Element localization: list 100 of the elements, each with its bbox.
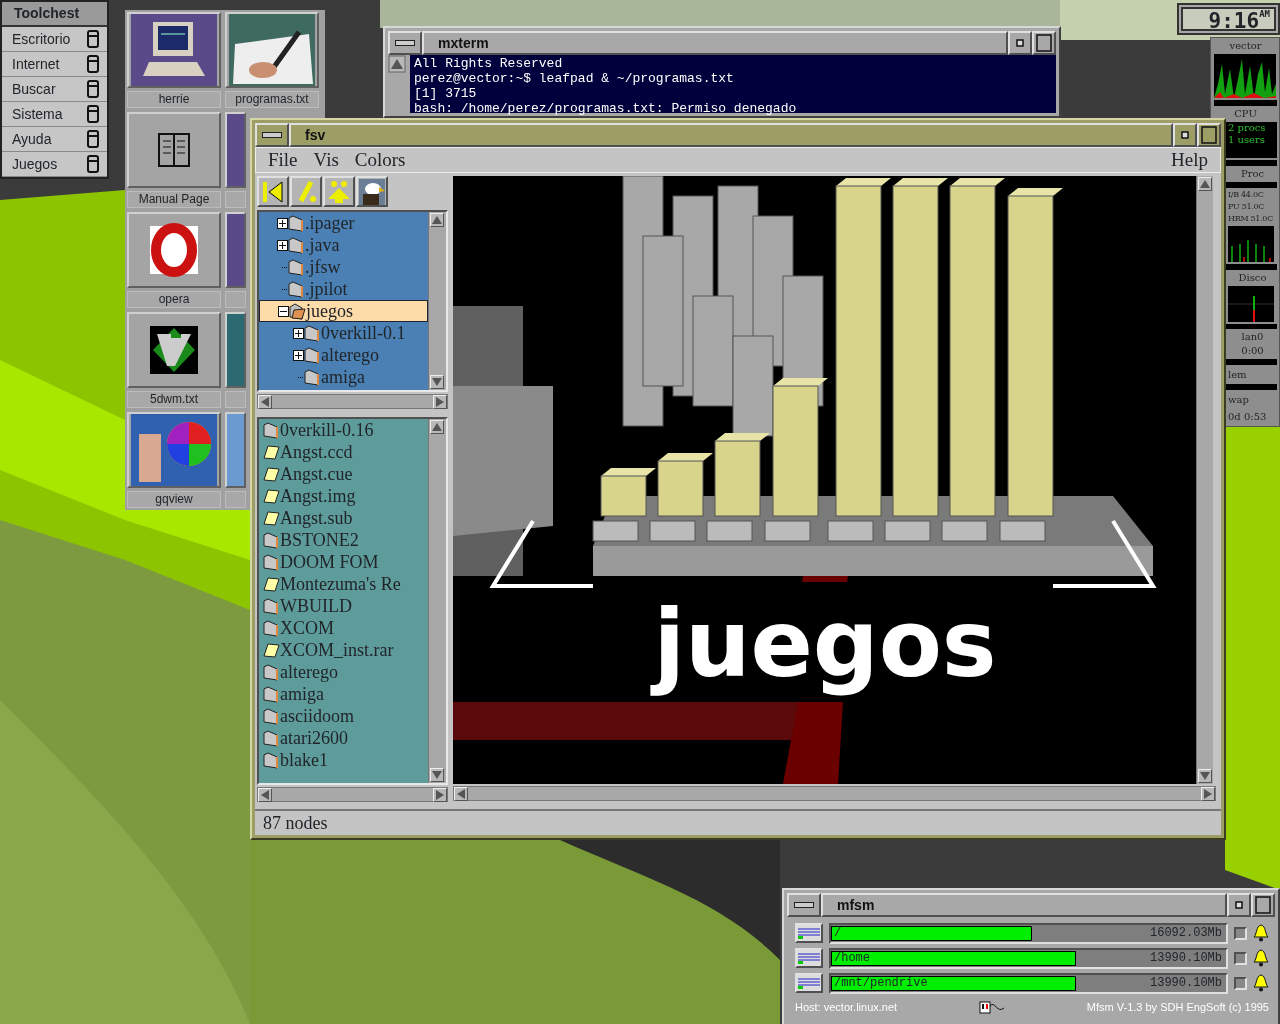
scroll-down-icon[interactable]: [432, 771, 442, 779]
scroll-left-icon[interactable]: [457, 789, 465, 799]
tree-item[interactable]: .jpilot: [259, 278, 428, 300]
icon-label[interactable]: Manual Page: [127, 191, 221, 208]
scroll-right-icon[interactable]: [1204, 789, 1212, 799]
icon-label[interactable]: 5dwm.txt: [127, 391, 221, 408]
icon-label[interactable]: gqview: [127, 491, 221, 508]
menu-item[interactable]: Sistema: [2, 102, 107, 127]
scroll-up-icon[interactable]: [432, 423, 442, 431]
clock-period: AM: [1259, 9, 1270, 19]
tree-item[interactable]: .jfsw: [259, 256, 428, 278]
maximize-button[interactable]: [1197, 123, 1221, 147]
minimize-button[interactable]: [1173, 123, 1197, 147]
menu-item[interactable]: Colors: [346, 145, 414, 175]
scrollbar[interactable]: [453, 786, 1216, 801]
expand-icon[interactable]: [293, 349, 304, 361]
directory-entry[interactable]: Angst.ccd: [259, 441, 428, 463]
folder-icon: [263, 729, 280, 747]
scroll-left-icon[interactable]: [261, 397, 269, 407]
directory-entry[interactable]: Montezuma's Re: [259, 573, 428, 595]
tree-item[interactable]: .ipager: [259, 212, 428, 234]
expand-icon[interactable]: [293, 327, 304, 339]
terminal-line: [1] 3715: [414, 86, 478, 101]
color-wheel-picture[interactable]: [131, 414, 217, 486]
directory-entry[interactable]: XCOM: [259, 617, 428, 639]
icon-label[interactable]: opera: [127, 291, 221, 308]
scroll-up-icon[interactable]: [388, 55, 406, 73]
directory-entry[interactable]: WBUILD: [259, 595, 428, 617]
back-button[interactable]: [257, 176, 289, 207]
directory-entry[interactable]: atari2600: [259, 727, 428, 749]
folder-icon: [304, 324, 321, 342]
directory-entry[interactable]: XCOM_inst.rar: [259, 639, 428, 661]
bell-icon[interactable]: [1253, 924, 1269, 942]
disk-info-button[interactable]: [795, 973, 823, 993]
minimize-button[interactable]: [1227, 893, 1251, 917]
icon-label[interactable]: herrie: [127, 91, 221, 108]
disk-info-button[interactable]: [795, 948, 823, 968]
bell-icon[interactable]: [1253, 949, 1269, 967]
directory-entry[interactable]: alterego: [259, 661, 428, 683]
scrollbar[interactable]: [257, 787, 448, 802]
tree-item[interactable]: .java: [259, 234, 428, 256]
scroll-left-icon[interactable]: [261, 790, 269, 800]
directory-entry[interactable]: asciidoom: [259, 705, 428, 727]
scrollbar[interactable]: [428, 419, 446, 783]
tree-item[interactable]: amiga: [259, 366, 428, 388]
scroll-up-icon[interactable]: [1200, 180, 1210, 188]
scroll-up-icon[interactable]: [432, 216, 442, 224]
up-arrow-icon: [326, 178, 352, 205]
host-label: vector: [1228, 40, 1263, 52]
menu-item[interactable]: File: [260, 145, 306, 175]
scroll-right-icon[interactable]: [436, 397, 444, 407]
directory-entry[interactable]: BSTONE2: [259, 529, 428, 551]
menu-item[interactable]: Vis: [305, 145, 347, 175]
bell-icon[interactable]: [1253, 974, 1269, 992]
document-icon: [263, 465, 280, 483]
maximize-button[interactable]: [1032, 31, 1056, 55]
tree-item[interactable]: 0verkill-0.1: [259, 322, 428, 344]
directory-entry[interactable]: Angst.img: [259, 485, 428, 507]
window-menu-button[interactable]: [255, 123, 289, 147]
tree-item[interactable]: alterego: [259, 344, 428, 366]
cpu-label: CPU: [1233, 107, 1258, 120]
scrollbar[interactable]: [428, 212, 446, 390]
alarm-checkbox[interactable]: [1234, 926, 1247, 940]
scrollbar[interactable]: [1196, 176, 1213, 784]
menu-item[interactable]: Escritorio: [2, 27, 107, 52]
alarm-checkbox[interactable]: [1234, 951, 1247, 965]
directory-entry[interactable]: Angst.sub: [259, 507, 428, 529]
directory-entry[interactable]: amiga: [259, 683, 428, 705]
disk-info-button[interactable]: [795, 923, 823, 943]
collapse-icon[interactable]: [278, 305, 289, 317]
menu-item[interactable]: Help: [1163, 145, 1216, 175]
scrollbar[interactable]: [257, 394, 448, 409]
window-title: mxterm: [438, 33, 489, 53]
window-menu-button[interactable]: [787, 893, 821, 917]
alarm-checkbox[interactable]: [1234, 976, 1247, 990]
menu-item[interactable]: Internet: [2, 52, 107, 77]
scroll-down-icon[interactable]: [1200, 772, 1210, 780]
tree-item[interactable]: juegos: [259, 300, 428, 322]
hand-writing-picture[interactable]: [229, 14, 315, 86]
directory-entry[interactable]: DOOM FOM: [259, 551, 428, 573]
menu-item[interactable]: Buscar: [2, 77, 107, 102]
maximize-button[interactable]: [1251, 893, 1275, 917]
directory-entry[interactable]: Angst.cue: [259, 463, 428, 485]
window-menu-button[interactable]: [388, 31, 422, 55]
folder-icon: [288, 280, 305, 298]
computer-picture[interactable]: [131, 14, 217, 86]
expand-icon[interactable]: [277, 239, 288, 251]
menu-item[interactable]: Ayuda: [2, 127, 107, 152]
menu-item[interactable]: Juegos: [2, 152, 107, 177]
directory-entry[interactable]: blake1: [259, 749, 428, 771]
icon-label[interactable]: programas.txt: [225, 91, 319, 108]
scroll-down-icon[interactable]: [432, 378, 442, 386]
bird-button[interactable]: [356, 176, 388, 207]
directory-entry[interactable]: 0verkill-0.16: [259, 419, 428, 441]
expand-icon[interactable]: [277, 217, 288, 229]
up-button[interactable]: [323, 176, 355, 207]
scroll-right-icon[interactable]: [436, 790, 444, 800]
minimize-button[interactable]: [1008, 31, 1032, 55]
square-icon: [1181, 131, 1189, 139]
root-button[interactable]: [290, 176, 322, 207]
